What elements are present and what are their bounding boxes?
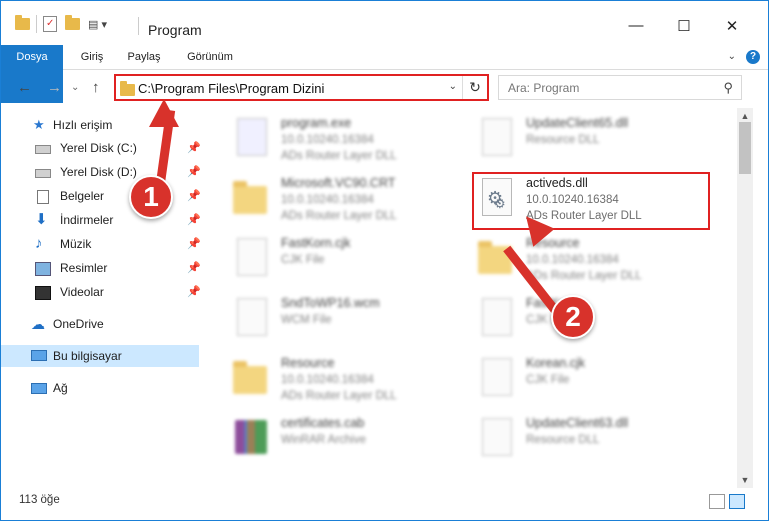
arrowhead-1 xyxy=(149,99,179,127)
minimize-button[interactable]: — xyxy=(613,17,659,34)
maximize-button[interactable]: ☐ xyxy=(661,17,707,35)
folder-icon xyxy=(15,15,30,30)
sidebar-item-videos[interactable]: Videolar 📌 xyxy=(1,281,201,303)
explorer-window: ✓ ▤ ▾ Program — ☐ ✕ Dosya Giriş Paylaş G… xyxy=(0,0,769,521)
forward-arrow-icon[interactable]: → xyxy=(47,79,62,96)
file-icon xyxy=(476,356,516,402)
exe-icon xyxy=(231,116,271,162)
customize-toolbar-icon[interactable]: ▤ ▾ xyxy=(88,18,107,31)
address-bar[interactable]: C:\Program Files\Program Dizini ⌄ ↻ xyxy=(114,74,489,101)
sidebar-item-network[interactable]: Ağ xyxy=(1,377,199,399)
file-highlight-box xyxy=(472,172,710,230)
back-arrow-icon[interactable]: ← xyxy=(17,79,32,96)
folder-icon xyxy=(231,356,271,402)
close-button[interactable]: ✕ xyxy=(709,17,755,35)
scroll-down-icon[interactable]: ▼ xyxy=(737,472,753,488)
refresh-icon[interactable]: ↻ xyxy=(462,76,487,99)
file-icon xyxy=(231,236,271,282)
callout-2: 2 xyxy=(551,295,595,339)
tab-share[interactable]: Paylaş xyxy=(119,45,169,69)
pin-icon[interactable]: 📌 xyxy=(187,161,201,183)
list-item[interactable]: Microsoft.VC90.CRT 10.0.10240.16384 ADs … xyxy=(231,172,476,230)
item-count: 113 öğe xyxy=(19,494,60,506)
list-item[interactable]: program.exe 10.0.10240.16384 ADs Router … xyxy=(231,112,476,170)
pin-icon[interactable]: 📌 xyxy=(187,233,201,255)
pin-icon[interactable]: 📌 xyxy=(187,185,201,207)
scrollbar-thumb[interactable] xyxy=(739,122,751,174)
list-item[interactable]: UpdateClient65.dll Resource DLL xyxy=(476,112,721,170)
tab-view[interactable]: Görünüm xyxy=(179,45,241,69)
download-icon: ⬇ xyxy=(35,211,48,228)
new-folder-icon[interactable] xyxy=(65,15,80,30)
music-icon: ♪ xyxy=(35,235,43,252)
file-icon xyxy=(476,296,516,342)
list-item[interactable]: FastKorn CJK File xyxy=(476,292,721,350)
ribbon-tabs: Dosya Giriş Paylaş Görünüm ⌄ ? xyxy=(1,45,768,103)
tab-home[interactable]: Giriş xyxy=(69,45,115,69)
list-item[interactable]: FastKorn.cjk CJK File xyxy=(231,232,476,290)
documents-icon xyxy=(37,190,49,204)
title-bar: ✓ ▤ ▾ Program — ☐ ✕ xyxy=(1,1,768,45)
star-icon: ★ xyxy=(33,117,45,132)
sidebar-item-onedrive[interactable]: ☁ OneDrive xyxy=(1,313,199,335)
address-path[interactable]: C:\Program Files\Program Dizini xyxy=(138,81,324,96)
file-list: program.exe 10.0.10240.16384 ADs Router … xyxy=(204,108,737,488)
drive-icon xyxy=(35,145,51,154)
pictures-icon xyxy=(35,262,51,276)
window-title: Program xyxy=(148,22,202,38)
chevron-down-icon[interactable]: ⌄ xyxy=(449,81,457,92)
pin-icon[interactable]: 📌 xyxy=(187,137,201,159)
dll-icon xyxy=(476,116,516,162)
status-bar: 113 öğe xyxy=(1,488,768,520)
search-icon[interactable]: ⚲ xyxy=(723,80,733,96)
drive-icon xyxy=(35,169,51,178)
folder-icon xyxy=(120,81,135,96)
sidebar-item-pictures[interactable]: Resimler 📌 xyxy=(1,257,201,279)
properties-icon[interactable]: ✓ xyxy=(43,16,57,32)
network-icon xyxy=(31,383,47,394)
search-placeholder: Ara: Program xyxy=(508,81,580,95)
videos-icon xyxy=(35,286,51,300)
pin-icon[interactable]: 📌 xyxy=(187,209,201,231)
list-item[interactable]: UpdateClient63.dll Resource DLL xyxy=(476,412,721,470)
callout-1: 1 xyxy=(129,175,173,219)
sidebar-item-this-pc[interactable]: Bu bilgisayar xyxy=(1,345,199,367)
computer-icon xyxy=(31,350,47,361)
sidebar-item-music[interactable]: ♪ Müzik 📌 xyxy=(1,233,201,255)
ribbon-expand-icon[interactable]: ⌄ xyxy=(728,51,736,62)
dll-icon xyxy=(476,416,516,462)
folder-icon xyxy=(231,176,271,222)
large-icons-view-icon[interactable] xyxy=(729,494,745,509)
pin-icon[interactable]: 📌 xyxy=(187,281,201,303)
details-view-icon[interactable] xyxy=(709,494,725,509)
quick-access-toolbar: ✓ ▤ ▾ xyxy=(15,15,107,33)
list-item[interactable]: Korean.cjk CJK File xyxy=(476,352,721,410)
list-item[interactable]: SndToWP16.wcm WCM File xyxy=(231,292,476,350)
search-input[interactable]: Ara: Program ⚲ xyxy=(498,75,742,100)
recent-locations-icon[interactable]: ⌄ xyxy=(71,82,79,93)
sidebar-item-disk-d[interactable]: Yerel Disk (D:) 📌 xyxy=(1,161,201,183)
navigation-bar: ← → ⌄ ↑ C:\Program Files\Program Dizini … xyxy=(1,69,768,107)
navigation-pane: ★ Hızlı erişim Yerel Disk (C:) 📌 Yerel D… xyxy=(1,108,203,488)
help-icon[interactable]: ? xyxy=(746,50,760,64)
sidebar-item-downloads[interactable]: ⬇ İndirmeler 📌 xyxy=(1,209,201,231)
file-icon xyxy=(231,296,271,342)
vertical-scrollbar[interactable]: ▲ ▼ xyxy=(737,108,753,488)
list-item[interactable]: certificates.cab WinRAR Archive xyxy=(231,412,476,470)
pin-icon[interactable]: 📌 xyxy=(187,257,201,279)
list-item[interactable]: Resource 10.0.10240.16384 ADs Router Lay… xyxy=(231,352,476,410)
archive-icon xyxy=(231,416,271,462)
cloud-icon: ☁ xyxy=(31,316,45,332)
up-arrow-icon[interactable]: ↑ xyxy=(92,79,100,96)
